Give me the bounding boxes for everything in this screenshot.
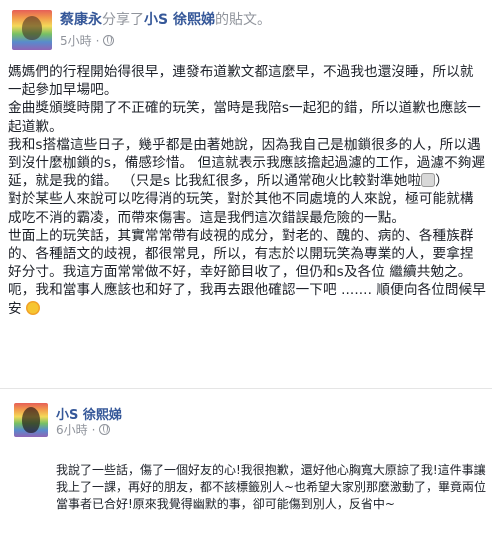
shared-post-text: 我說了一些話，傷了一個好友的心!我很抱歉，還好他心胸寬大原諒了我!這件事讓我上了…: [56, 463, 487, 511]
post-meta: 5小時 ·: [60, 32, 115, 49]
share-action-text: 分享了: [102, 12, 144, 28]
sun-emoji-icon: [26, 300, 41, 315]
paragraph-3-close: ）: [435, 173, 449, 190]
face-emoji-icon: [421, 173, 436, 188]
paragraph-5: 世面上的玩笑話，其實常常帶有歧視的成分，對老的、醜的、病的、各種族群的、各種語文…: [8, 227, 474, 281]
author-avatar[interactable]: [12, 10, 52, 50]
paragraph-4: 對於某些人來說可以吃得消的玩笑，對於其他不同處境的人來說，極可能就構成吃不消的霸…: [8, 191, 474, 226]
post-timestamp[interactable]: 5小時: [60, 32, 92, 49]
paragraph-3: 我和s搭檔這些日子，幾乎都是由著她說，因為我自己是枷鎖很多的人，所以遇到沒什麼枷…: [8, 136, 486, 191]
paragraph-6: 呃，我和當事人應該也和好了，我再去跟他確認一下吧 ....... 順便向各位問候…: [8, 281, 486, 317]
paragraph-3-text: 我和s搭檔這些日子，幾乎都是由著她說，因為我自己是枷鎖很多的人，所以遇到沒什麼枷…: [8, 136, 486, 190]
post-body: 媽媽們的行程開始得很早，連發布道歉文都這麼早，不過我也還沒睡，所以就一起參加早場…: [8, 63, 486, 318]
globe-icon[interactable]: [99, 424, 111, 435]
meta-separator: ·: [91, 422, 96, 437]
meta-separator: ·: [95, 33, 100, 48]
paragraph-1: 媽媽們的行程開始得很早，連發布道歉文都這麼早，不過我也還沒睡，所以就一起參加早場…: [8, 64, 474, 99]
shared-author-avatar[interactable]: [14, 403, 48, 437]
shared-suffix-text: 的貼文。: [214, 12, 271, 28]
globe-icon[interactable]: [103, 35, 115, 46]
paragraph-2: 金曲獎頒獎時開了不正確的玩笑，當時是我陪s一起犯的錯，所以道歉也應該一起道歉。: [8, 100, 481, 135]
paragraph-6-text: 呃，我和當事人應該也和好了，我再去跟他確認一下吧 ....... 順便向各位問候…: [8, 282, 486, 317]
author-name-link[interactable]: 蔡康永: [60, 12, 102, 28]
shared-author-link[interactable]: 小S 徐熙娣: [144, 12, 215, 28]
facebook-post: 蔡康永分享了小S 徐熙娣的貼文。 5小時 · 媽媽們的行程開始得很早，連發布道歉…: [0, 0, 492, 545]
post-header: 蔡康永分享了小S 徐熙娣的貼文。: [60, 11, 271, 29]
shared-post-timestamp[interactable]: 6小時: [56, 421, 88, 438]
avatar-photo: [22, 407, 40, 433]
shared-post-meta: 6小時 ·: [56, 421, 111, 438]
avatar-photo: [22, 16, 42, 40]
